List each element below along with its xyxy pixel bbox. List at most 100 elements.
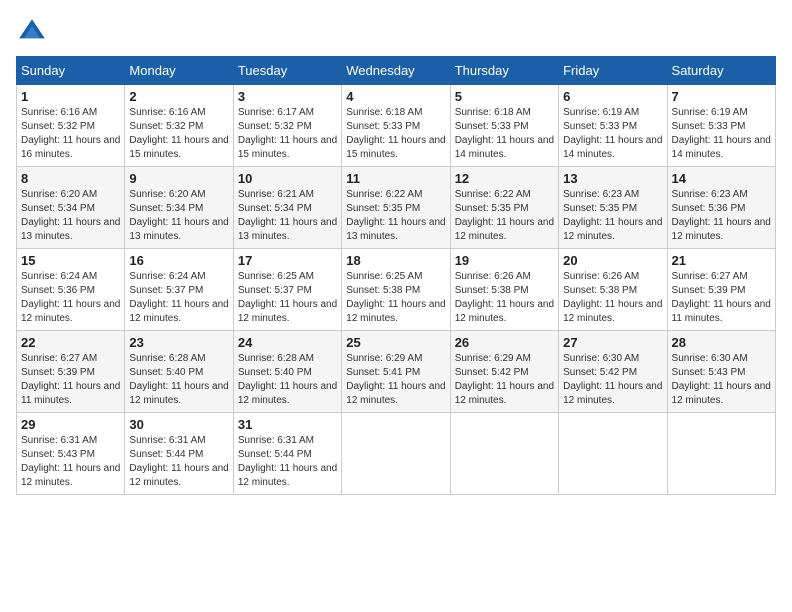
- day-number: 25: [346, 335, 445, 350]
- day-number: 13: [563, 171, 662, 186]
- calendar-cell: [559, 413, 667, 495]
- day-info: Sunrise: 6:19 AMSunset: 5:33 PMDaylight:…: [563, 106, 662, 162]
- calendar-cell: [342, 413, 450, 495]
- day-number: 16: [129, 253, 228, 268]
- day-number: 5: [455, 89, 554, 104]
- day-info: Sunrise: 6:24 AMSunset: 5:36 PMDaylight:…: [21, 270, 120, 326]
- calendar-cell: 22Sunrise: 6:27 AMSunset: 5:39 PMDayligh…: [17, 331, 125, 413]
- day-number: 14: [672, 171, 771, 186]
- calendar-cell: 13 Sunrise: 6:23 AMSunset: 5:35 PMDayligh…: [559, 167, 667, 249]
- day-number: 26: [455, 335, 554, 350]
- day-info: Sunrise: 6:18 AMSunset: 5:33 PMDaylight:…: [346, 106, 445, 162]
- calendar-cell: 11 Sunrise: 6:22 AMSunset: 5:35 PMDayligh…: [342, 167, 450, 249]
- calendar-cell: 25 Sunrise: 6:29 AMSunset: 5:41 PMDayligh…: [342, 331, 450, 413]
- day-number: 30: [129, 417, 228, 432]
- day-number: 6: [563, 89, 662, 104]
- day-info: Sunrise: 6:29 AMSunset: 5:42 PMDaylight:…: [455, 352, 554, 408]
- calendar-cell: 21 Sunrise: 6:27 AMSunset: 5:39 PMDayligh…: [667, 249, 775, 331]
- day-info: Sunrise: 6:26 AMSunset: 5:38 PMDaylight:…: [563, 270, 662, 326]
- calendar-cell: [450, 413, 558, 495]
- day-info: Sunrise: 6:16 AMSunset: 5:32 PMDaylight:…: [129, 106, 228, 162]
- calendar-cell: 16 Sunrise: 6:24 AMSunset: 5:37 PMDayligh…: [125, 249, 233, 331]
- calendar-cell: 7Sunrise: 6:19 AMSunset: 5:33 PMDaylight…: [667, 85, 775, 167]
- calendar-cell: 2 Sunrise: 6:16 AMSunset: 5:32 PMDaylight…: [125, 85, 233, 167]
- day-info: Sunrise: 6:22 AMSunset: 5:35 PMDaylight:…: [346, 188, 445, 244]
- day-info: Sunrise: 6:18 AMSunset: 5:33 PMDaylight:…: [455, 106, 554, 162]
- day-number: 29: [21, 417, 120, 432]
- calendar-cell: 14 Sunrise: 6:23 AMSunset: 5:36 PMDayligh…: [667, 167, 775, 249]
- day-number: 2: [129, 89, 228, 104]
- weekday-header-sunday: Sunday: [17, 57, 125, 85]
- weekday-header-monday: Monday: [125, 57, 233, 85]
- week-row-1: 1 Sunrise: 6:16 AMSunset: 5:32 PMDaylight…: [17, 85, 776, 167]
- day-info: Sunrise: 6:31 AMSunset: 5:43 PMDaylight:…: [21, 434, 120, 490]
- calendar-table: SundayMondayTuesdayWednesdayThursdayFrid…: [16, 56, 776, 495]
- weekday-header-tuesday: Tuesday: [233, 57, 341, 85]
- week-row-2: 8Sunrise: 6:20 AMSunset: 5:34 PMDaylight…: [17, 167, 776, 249]
- day-info: Sunrise: 6:23 AMSunset: 5:36 PMDaylight:…: [672, 188, 771, 244]
- calendar-cell: 3Sunrise: 6:17 AMSunset: 5:32 PMDaylight…: [233, 85, 341, 167]
- day-info: Sunrise: 6:19 AMSunset: 5:33 PMDaylight:…: [672, 106, 771, 162]
- calendar-cell: 27 Sunrise: 6:30 AMSunset: 5:42 PMDayligh…: [559, 331, 667, 413]
- day-number: 23: [129, 335, 228, 350]
- day-info: Sunrise: 6:28 AMSunset: 5:40 PMDaylight:…: [238, 352, 337, 408]
- weekday-header-wednesday: Wednesday: [342, 57, 450, 85]
- week-row-3: 15 Sunrise: 6:24 AMSunset: 5:36 PMDayligh…: [17, 249, 776, 331]
- day-number: 24: [238, 335, 337, 350]
- weekday-header-friday: Friday: [559, 57, 667, 85]
- calendar-cell: 5 Sunrise: 6:18 AMSunset: 5:33 PMDaylight…: [450, 85, 558, 167]
- page-header: [16, 16, 776, 48]
- calendar-cell: 29 Sunrise: 6:31 AMSunset: 5:43 PMDayligh…: [17, 413, 125, 495]
- day-info: Sunrise: 6:24 AMSunset: 5:37 PMDaylight:…: [129, 270, 228, 326]
- calendar-cell: 10 Sunrise: 6:21 AMSunset: 5:34 PMDayligh…: [233, 167, 341, 249]
- day-info: Sunrise: 6:21 AMSunset: 5:34 PMDaylight:…: [238, 188, 337, 244]
- day-number: 28: [672, 335, 771, 350]
- day-info: Sunrise: 6:27 AMSunset: 5:39 PMDaylight:…: [672, 270, 771, 326]
- day-info: Sunrise: 6:30 AMSunset: 5:43 PMDaylight:…: [672, 352, 771, 408]
- calendar-cell: 19Sunrise: 6:26 AMSunset: 5:38 PMDayligh…: [450, 249, 558, 331]
- day-number: 9: [129, 171, 228, 186]
- calendar-cell: [667, 413, 775, 495]
- logo-icon: [16, 16, 48, 48]
- calendar-cell: 1 Sunrise: 6:16 AMSunset: 5:32 PMDaylight…: [17, 85, 125, 167]
- day-info: Sunrise: 6:28 AMSunset: 5:40 PMDaylight:…: [129, 352, 228, 408]
- day-info: Sunrise: 6:20 AMSunset: 5:34 PMDaylight:…: [21, 188, 120, 244]
- calendar-cell: 9 Sunrise: 6:20 AMSunset: 5:34 PMDaylight…: [125, 167, 233, 249]
- calendar-cell: 17 Sunrise: 6:25 AMSunset: 5:37 PMDayligh…: [233, 249, 341, 331]
- calendar-cell: 8Sunrise: 6:20 AMSunset: 5:34 PMDaylight…: [17, 167, 125, 249]
- day-number: 11: [346, 171, 445, 186]
- day-info: Sunrise: 6:31 AMSunset: 5:44 PMDaylight:…: [129, 434, 228, 490]
- weekday-header-thursday: Thursday: [450, 57, 558, 85]
- day-info: Sunrise: 6:22 AMSunset: 5:35 PMDaylight:…: [455, 188, 554, 244]
- day-info: Sunrise: 6:23 AMSunset: 5:35 PMDaylight:…: [563, 188, 662, 244]
- day-info: Sunrise: 6:31 AMSunset: 5:44 PMDaylight:…: [238, 434, 337, 490]
- day-info: Sunrise: 6:30 AMSunset: 5:42 PMDaylight:…: [563, 352, 662, 408]
- day-info: Sunrise: 6:25 AMSunset: 5:37 PMDaylight:…: [238, 270, 337, 326]
- logo: [16, 16, 52, 48]
- day-info: Sunrise: 6:20 AMSunset: 5:34 PMDaylight:…: [129, 188, 228, 244]
- day-info: Sunrise: 6:29 AMSunset: 5:41 PMDaylight:…: [346, 352, 445, 408]
- weekday-header-row: SundayMondayTuesdayWednesdayThursdayFrid…: [17, 57, 776, 85]
- day-number: 27: [563, 335, 662, 350]
- calendar-cell: 28 Sunrise: 6:30 AMSunset: 5:43 PMDayligh…: [667, 331, 775, 413]
- day-number: 22: [21, 335, 120, 350]
- day-number: 21: [672, 253, 771, 268]
- calendar-cell: 4 Sunrise: 6:18 AMSunset: 5:33 PMDaylight…: [342, 85, 450, 167]
- calendar-cell: 12Sunrise: 6:22 AMSunset: 5:35 PMDayligh…: [450, 167, 558, 249]
- calendar-cell: 31 Sunrise: 6:31 AMSunset: 5:44 PMDayligh…: [233, 413, 341, 495]
- calendar-cell: 20Sunrise: 6:26 AMSunset: 5:38 PMDayligh…: [559, 249, 667, 331]
- calendar-cell: 30 Sunrise: 6:31 AMSunset: 5:44 PMDayligh…: [125, 413, 233, 495]
- day-info: Sunrise: 6:17 AMSunset: 5:32 PMDaylight:…: [238, 106, 337, 162]
- day-number: 31: [238, 417, 337, 432]
- weekday-header-saturday: Saturday: [667, 57, 775, 85]
- day-number: 4: [346, 89, 445, 104]
- day-number: 1: [21, 89, 120, 104]
- day-info: Sunrise: 6:16 AMSunset: 5:32 PMDaylight:…: [21, 106, 120, 162]
- day-number: 18: [346, 253, 445, 268]
- week-row-4: 22Sunrise: 6:27 AMSunset: 5:39 PMDayligh…: [17, 331, 776, 413]
- day-number: 19: [455, 253, 554, 268]
- day-number: 17: [238, 253, 337, 268]
- calendar-cell: 23 Sunrise: 6:28 AMSunset: 5:40 PMDayligh…: [125, 331, 233, 413]
- day-number: 10: [238, 171, 337, 186]
- day-number: 15: [21, 253, 120, 268]
